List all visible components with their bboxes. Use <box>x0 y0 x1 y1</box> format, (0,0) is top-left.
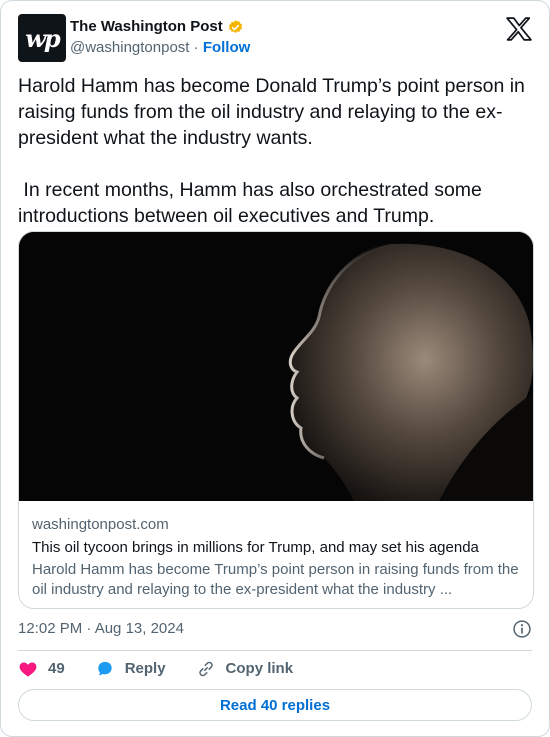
action-bar: 49 Reply Copy link <box>18 657 532 681</box>
link-description: Harold Hamm has become Trump’s point per… <box>32 561 519 598</box>
verified-badge-icon <box>228 19 242 33</box>
like-count: 49 <box>48 660 65 677</box>
avatar[interactable]: wp <box>18 14 66 62</box>
copy-link-button[interactable]: Copy link <box>196 659 294 679</box>
like-button[interactable]: 49 <box>18 659 65 679</box>
link-domain: washingtonpost.com <box>32 516 169 533</box>
handle-separator: · <box>193 39 199 56</box>
link-icon <box>198 661 213 677</box>
link-title[interactable]: This oil tycoon brings in millions for T… <box>32 538 521 558</box>
reply-label: Reply <box>124 660 166 677</box>
link-preview-meta: washingtonpost.com This oil tycoon bring… <box>32 515 521 600</box>
follow-button[interactable]: Follow <box>203 39 251 56</box>
reply-bubble-icon <box>98 661 112 676</box>
author-display-name[interactable]: The Washington Post <box>70 17 223 37</box>
tweet-embed-card: wp The Washington Post @washingtonpost ·… <box>0 0 550 737</box>
avatar-logo-text: wp <box>25 23 60 53</box>
author-info: The Washington Post @washingtonpost · Fo… <box>70 17 250 58</box>
tweet-timestamp[interactable]: 12:02 PM · Aug 13, 2024 <box>18 620 184 637</box>
copy-link-label: Copy link <box>225 660 294 677</box>
timestamp-row: 12:02 PM · Aug 13, 2024 <box>18 618 532 640</box>
read-replies-button[interactable]: Read 40 replies <box>18 689 532 721</box>
link-preview-card[interactable]: washingtonpost.com This oil tycoon bring… <box>18 231 534 609</box>
tweet-header: wp The Washington Post @washingtonpost ·… <box>18 14 532 62</box>
info-icon[interactable] <box>512 619 532 639</box>
divider <box>18 650 532 651</box>
portrait-silhouette-image <box>19 232 533 501</box>
reply-button[interactable]: Reply <box>95 659 166 679</box>
link-preview-image[interactable] <box>19 232 533 501</box>
heart-icon <box>19 662 37 677</box>
x-logo-icon[interactable] <box>506 17 532 41</box>
author-handle[interactable]: @washingtonpost <box>70 39 189 56</box>
tweet-text: Harold Hamm has become Donald Trump’s po… <box>18 75 525 227</box>
